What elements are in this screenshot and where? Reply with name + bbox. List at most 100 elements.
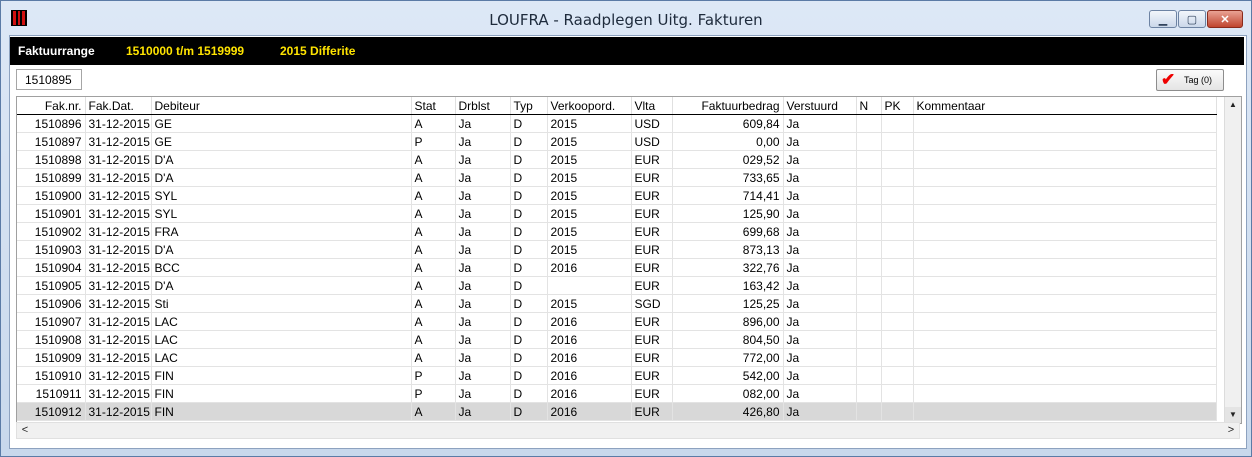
col-verkooporder-header[interactable]: Verkoopord. [547, 97, 632, 115]
type-cell: D [510, 150, 548, 169]
table-row[interactable]: 1510899 31-12-2015 D'A A Ja D 2015 EUR 733,65 Ja [17, 168, 1217, 187]
table-row[interactable]: 1510906 31-12-2015 Sti A Ja D 2015 SGD 125,25 Ja [17, 294, 1217, 313]
drblst-cell: Ja [455, 114, 511, 133]
invoice-date-cell: 31-12-2015 [85, 186, 152, 205]
col-verstuurd-header[interactable]: Verstuurd [783, 97, 857, 115]
amount-cell: 125,25 [672, 294, 784, 313]
amount-cell: 873,13 [672, 240, 784, 259]
status-cell: A [411, 402, 456, 421]
n-cell [856, 114, 882, 133]
drblst-cell: Ja [455, 168, 511, 187]
type-cell: D [510, 114, 548, 133]
sent-cell: Ja [783, 366, 857, 385]
table-row[interactable]: 1510910 31-12-2015 FIN P Ja D 2016 EUR 542,00 Ja [17, 366, 1217, 385]
close-button[interactable]: ✕ [1207, 10, 1243, 28]
pk-cell [881, 276, 914, 295]
table-row[interactable]: 1510898 31-12-2015 D'A A Ja D 2015 EUR 029,52 Ja [17, 150, 1217, 169]
pk-cell [881, 114, 914, 133]
n-cell [856, 294, 882, 313]
table-row[interactable]: 1510901 31-12-2015 SYL A Ja D 2015 EUR 125,90 Ja [17, 204, 1217, 223]
table-row[interactable]: 1510896 31-12-2015 GE A Ja D 2015 USD 609,84 Ja [17, 114, 1217, 133]
scroll-left-icon[interactable]: < [17, 423, 33, 439]
debtor-cell: LAC [151, 348, 412, 367]
vertical-scrollbar[interactable]: ▲ ▼ [1224, 97, 1241, 423]
status-cell: P [411, 132, 456, 151]
tag-button[interactable]: ✔ Tag (0) [1156, 69, 1224, 91]
pk-cell [881, 258, 914, 277]
table-row[interactable]: 1510909 31-12-2015 LAC A Ja D 2016 EUR 772,00 Ja [17, 348, 1217, 367]
amount-cell: 542,00 [672, 366, 784, 385]
currency-cell: USD [631, 114, 673, 133]
debtor-cell: FRA [151, 222, 412, 241]
table-row[interactable]: 1510900 31-12-2015 SYL A Ja D 2015 EUR 714,41 Ja [17, 186, 1217, 205]
table-row[interactable]: 1510904 31-12-2015 BCC A Ja D 2016 EUR 322,76 Ja [17, 258, 1217, 277]
col-pk-header[interactable]: PK [881, 97, 914, 115]
col-fak-dat-header[interactable]: Fak.Dat. [85, 97, 152, 115]
pk-cell [881, 132, 914, 151]
debtor-cell: Sti [151, 294, 412, 313]
invoice-grid[interactable]: Fak.nr. Fak.Dat. Debiteur Stat Drblst Typ Verk… [16, 96, 1242, 424]
debtor-cell: SYL [151, 204, 412, 223]
col-typ-header[interactable]: Typ [510, 97, 548, 115]
col-faktuurbedrag-header[interactable]: Faktuurbedrag [672, 97, 784, 115]
status-cell: A [411, 150, 456, 169]
drblst-cell: Ja [455, 240, 511, 259]
sales-order-cell: 2016 [547, 384, 632, 403]
invoice-number-cell: 1510911 [17, 384, 86, 403]
table-row[interactable]: 1510912 31-12-2015 FIN A Ja D 2016 EUR 426,80 Ja [17, 402, 1217, 421]
invoice-number-cell: 1510904 [17, 258, 86, 277]
table-row[interactable]: 1510902 31-12-2015 FRA A Ja D 2015 EUR 699,68 Ja [17, 222, 1217, 241]
col-drblst-header[interactable]: Drblst [455, 97, 511, 115]
debtor-cell: GE [151, 114, 412, 133]
table-row[interactable]: 1510908 31-12-2015 LAC A Ja D 2016 EUR 804,50 Ja [17, 330, 1217, 349]
drblst-cell: Ja [455, 402, 511, 421]
amount-cell: 426,80 [672, 402, 784, 421]
sent-cell: Ja [783, 114, 857, 133]
status-cell: A [411, 222, 456, 241]
scroll-down-icon[interactable]: ▼ [1225, 407, 1241, 423]
col-kommentaar-header[interactable]: Kommentaar [913, 97, 1217, 115]
pk-cell [881, 294, 914, 313]
drblst-cell: Ja [455, 312, 511, 331]
invoice-number-cell: 1510910 [17, 366, 86, 385]
comment-cell [913, 294, 1217, 313]
amount-cell: 609,84 [672, 114, 784, 133]
n-cell [856, 366, 882, 385]
table-row[interactable]: 1510905 31-12-2015 D'A A Ja D EUR 163,42 Ja [17, 276, 1217, 295]
currency-cell: EUR [631, 402, 673, 421]
col-fak-nr-header[interactable]: Fak.nr. [17, 97, 86, 115]
type-cell: D [510, 330, 548, 349]
table-row[interactable]: 1510903 31-12-2015 D'A A Ja D 2015 EUR 873,13 Ja [17, 240, 1217, 259]
col-n-header[interactable]: N [856, 97, 882, 115]
scroll-up-icon[interactable]: ▲ [1225, 97, 1241, 113]
col-valuta-header[interactable]: Vlta [631, 97, 673, 115]
sales-order-cell: 2015 [547, 150, 632, 169]
comment-cell [913, 240, 1217, 259]
col-debiteur-header[interactable]: Debiteur [151, 97, 412, 115]
sales-order-cell: 2015 [547, 222, 632, 241]
table-row[interactable]: 1510907 31-12-2015 LAC A Ja D 2016 EUR 896,00 Ja [17, 312, 1217, 331]
type-cell: D [510, 276, 548, 295]
minimize-button[interactable]: ▁ [1149, 10, 1177, 28]
sent-cell: Ja [783, 240, 857, 259]
sales-order-cell [547, 276, 632, 295]
invoice-number-field[interactable]: 1510895 [16, 69, 82, 90]
maximize-button[interactable]: ▢ [1178, 10, 1206, 28]
scroll-right-icon[interactable]: > [1223, 423, 1239, 439]
title-bar[interactable]: LOUFRA - Raadplegen Uitg. Fakturen ▁ ▢ ✕ [1, 1, 1251, 35]
currency-cell: EUR [631, 366, 673, 385]
invoice-date-cell: 31-12-2015 [85, 132, 152, 151]
col-stat-header[interactable]: Stat [411, 97, 456, 115]
comment-cell [913, 384, 1217, 403]
horizontal-scrollbar[interactable]: < > [16, 422, 1240, 439]
type-cell: D [510, 168, 548, 187]
debtor-cell: LAC [151, 330, 412, 349]
table-row[interactable]: 1510911 31-12-2015 FIN P Ja D 2016 EUR 082,00 Ja [17, 384, 1217, 403]
n-cell [856, 312, 882, 331]
amount-cell: 896,00 [672, 312, 784, 331]
comment-cell [913, 132, 1217, 151]
amount-cell: 804,50 [672, 330, 784, 349]
table-row[interactable]: 1510897 31-12-2015 GE P Ja D 2015 USD 0,00 Ja [17, 132, 1217, 151]
sales-order-cell: 2015 [547, 294, 632, 313]
invoice-number-cell: 1510900 [17, 186, 86, 205]
